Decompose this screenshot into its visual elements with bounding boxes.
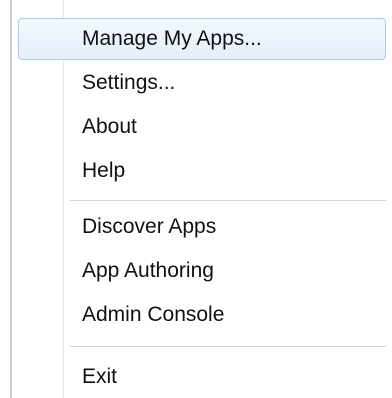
menu-item-label: Admin Console [82,303,225,326]
menu-item-app-authoring[interactable]: App Authoring [12,250,390,292]
menu-item-about[interactable]: About [12,106,390,148]
menu-item-discover-apps[interactable]: Discover Apps [12,206,390,248]
menu-item-label: Exit [82,365,118,388]
menu-item-label: Settings... [82,71,176,94]
context-menu: Manage My Apps... Settings... About Help… [0,0,392,398]
menu-item-label: App Authoring [82,259,214,282]
menu-item-label: Discover Apps [82,215,217,238]
menu-item-label: About [82,115,137,138]
menu-item-manage-my-apps[interactable]: Manage My Apps... [18,18,386,60]
menu-item-label: Help [82,159,126,182]
menu-left-border [10,0,12,398]
menu-item-settings[interactable]: Settings... [12,62,390,104]
menu-item-admin-console[interactable]: Admin Console [12,294,390,336]
menu-item-help[interactable]: Help [12,150,390,192]
menu-item-label: Manage My Apps... [82,27,262,50]
menu-separator [70,200,386,201]
menu-separator [70,346,386,347]
menu-item-exit[interactable]: Exit [12,356,390,398]
